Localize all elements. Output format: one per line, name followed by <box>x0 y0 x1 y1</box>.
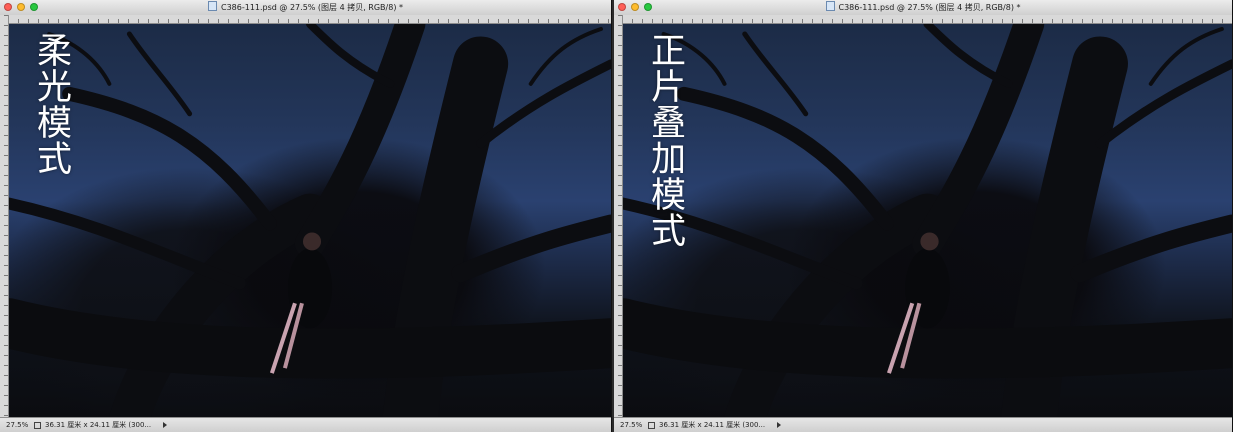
zoom-level[interactable]: 27.5% <box>620 418 642 432</box>
export-icon[interactable] <box>34 421 41 429</box>
label-char: 加 <box>651 140 687 180</box>
document-info[interactable]: 36.31 厘米 x 24.11 厘米 (300... <box>648 418 782 432</box>
horizontal-ruler[interactable] <box>622 15 1232 24</box>
status-bar: 27.5% 36.31 厘米 x 24.11 厘米 (300... <box>0 417 611 432</box>
document-info[interactable]: 36.31 厘米 x 24.11 厘米 (300... <box>34 418 168 432</box>
blend-mode-label: 柔 光 模 式 <box>37 34 72 178</box>
label-char: 柔 <box>37 32 73 72</box>
tree-photo <box>9 24 611 418</box>
window-title: C386-111.psd @ 27.5% (图层 4 拷贝, RGB/8) * <box>0 1 611 14</box>
label-char: 光 <box>37 68 73 108</box>
label-char: 正 <box>651 32 687 72</box>
triangle-right-icon[interactable] <box>777 422 782 428</box>
tree-photo <box>623 24 1232 418</box>
label-char: 式 <box>651 212 687 252</box>
title-bar[interactable]: C386-111.psd @ 27.5% (图层 4 拷贝, RGB/8) * <box>614 0 1232 16</box>
image-canvas[interactable]: 柔 光 模 式 <box>9 24 611 418</box>
document-size: 36.31 厘米 x 24.11 厘米 (300... <box>45 421 152 429</box>
status-bar: 27.5% 36.31 厘米 x 24.11 厘米 (300... <box>614 417 1232 432</box>
label-char: 式 <box>37 140 73 180</box>
document-window-overlay[interactable]: C386-111.psd @ 27.5% (图层 4 拷贝, RGB/8) * <box>614 0 1233 432</box>
vertical-ruler[interactable] <box>614 15 623 418</box>
image-canvas[interactable]: 正 片 叠 加 模 式 <box>623 24 1232 418</box>
blend-mode-label: 正 片 叠 加 模 式 <box>651 34 686 250</box>
document-window-soft-light[interactable]: C386-111.psd @ 27.5% (图层 4 拷贝, RGB/8) * <box>0 0 612 432</box>
horizontal-ruler[interactable] <box>8 15 611 24</box>
label-char: 叠 <box>651 104 687 144</box>
title-bar[interactable]: C386-111.psd @ 27.5% (图层 4 拷贝, RGB/8) * <box>0 0 611 16</box>
document-icon <box>825 1 835 11</box>
vertical-ruler[interactable] <box>0 15 9 418</box>
export-icon[interactable] <box>648 421 655 429</box>
label-char: 片 <box>651 68 687 108</box>
triangle-right-icon[interactable] <box>163 422 168 428</box>
document-icon <box>208 1 217 11</box>
label-char: 模 <box>651 176 687 216</box>
window-title-text: C386-111.psd @ 27.5% (图层 4 拷贝, RGB/8) * <box>838 3 1021 12</box>
label-char: 模 <box>37 104 73 144</box>
document-size: 36.31 厘米 x 24.11 厘米 (300... <box>659 421 766 429</box>
window-title: C386-111.psd @ 27.5% (图层 4 拷贝, RGB/8) * <box>614 1 1232 14</box>
zoom-level[interactable]: 27.5% <box>6 418 28 432</box>
window-title-text: C386-111.psd @ 27.5% (图层 4 拷贝, RGB/8) * <box>221 3 403 12</box>
workspace: C386-111.psd @ 27.5% (图层 4 拷贝, RGB/8) * <box>0 0 1233 432</box>
